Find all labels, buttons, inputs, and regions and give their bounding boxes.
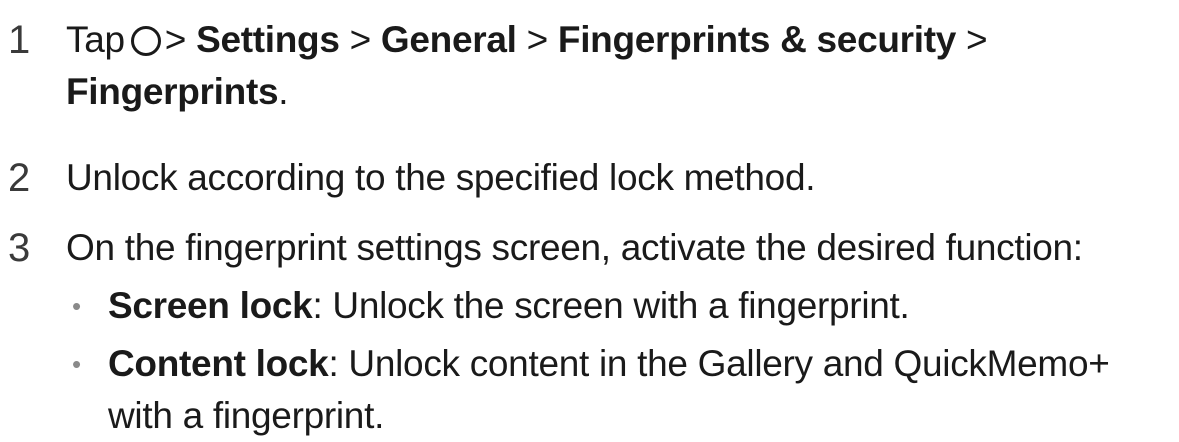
option-body: Content lock: Unlock content in the Gall… xyxy=(108,338,1163,442)
path-general: General xyxy=(380,19,517,60)
step-2-text: Unlock according to the specified lock m… xyxy=(66,157,816,198)
option-body: Screen lock: Unlock the screen with a fi… xyxy=(108,280,1163,332)
option-colon: : xyxy=(328,343,339,384)
tap-word: Tap xyxy=(66,19,125,60)
step-3-text: On the fingerprint settings screen, acti… xyxy=(66,227,1083,268)
path-settings: Settings xyxy=(196,19,340,60)
bullet-icon: • xyxy=(72,291,81,321)
step-1-text: Tap > Settings > General > Fingerprints &… xyxy=(66,14,1163,118)
step-number: 3 xyxy=(8,226,31,270)
path-separator: > xyxy=(164,19,187,60)
path-separator: > xyxy=(526,19,549,60)
bullet-icon: • xyxy=(72,349,81,379)
step-number: 2 xyxy=(8,156,31,200)
option-name: Content lock xyxy=(108,343,329,384)
path-separator: > xyxy=(966,19,988,60)
option-colon: : xyxy=(312,285,323,326)
step-number: 1 xyxy=(8,18,31,62)
home-circle-icon xyxy=(130,26,161,56)
option-description: Unlock the screen with a fingerprint. xyxy=(322,285,910,326)
sentence-end: . xyxy=(278,71,289,112)
path-separator: > xyxy=(349,19,372,60)
path-fingerprints: Fingerprints xyxy=(66,71,279,112)
option-name: Screen lock xyxy=(108,285,313,326)
path-fingerprints-security: Fingerprints & security xyxy=(557,19,957,60)
